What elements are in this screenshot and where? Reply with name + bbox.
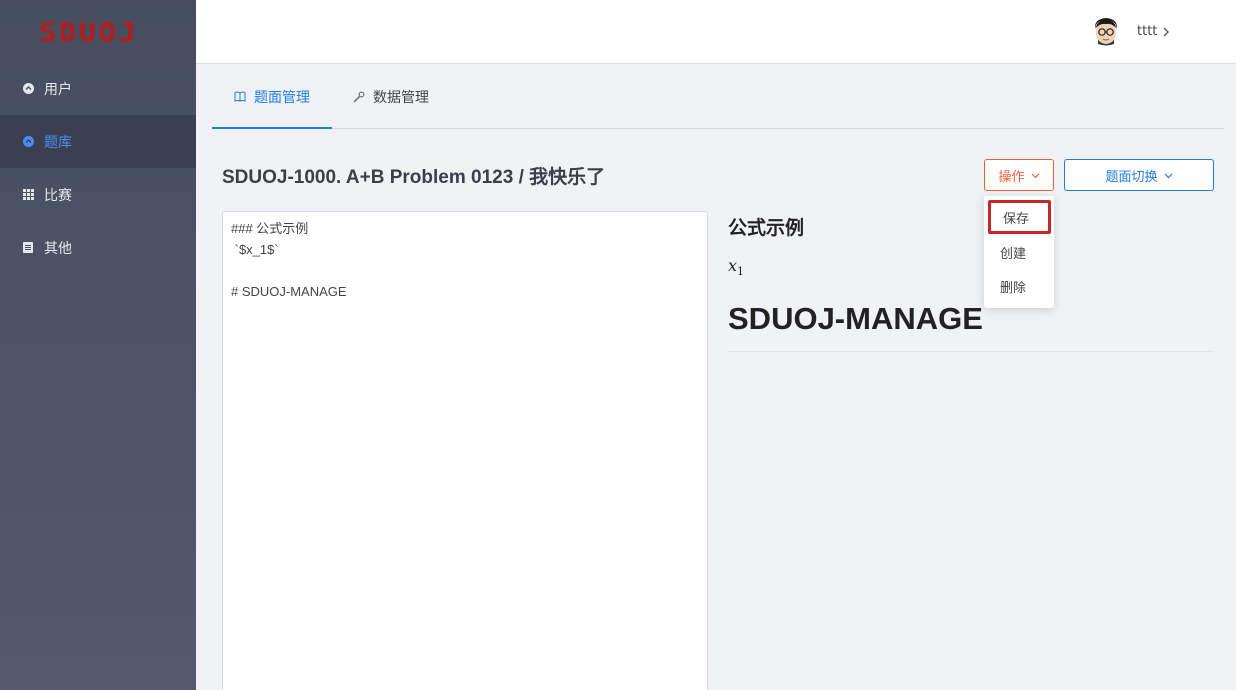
editor-line: # SDUOJ-MANAGE (231, 284, 347, 299)
top-header: tttt (196, 0, 1236, 64)
preview-heading-1: SDUOJ-MANAGE (728, 301, 983, 336)
preview-math-formula: x1 (728, 256, 744, 278)
active-tab-indicator (212, 127, 332, 129)
math-subscript: 1 (737, 265, 745, 279)
tab-data-management[interactable]: 数据管理 (353, 64, 429, 129)
user-circle-icon (22, 83, 34, 95)
switch-statement-label: 题面切换 (1105, 169, 1158, 185)
tab-bar: 题面管理 数据管理 (212, 64, 1224, 129)
book-circle-icon (22, 136, 34, 148)
math-base: x (728, 256, 738, 275)
switch-statement-button[interactable]: 题面切换 (1064, 159, 1214, 191)
sidebar-item-label: 用户 (44, 81, 72, 98)
operations-label: 操作 (998, 169, 1025, 185)
logo[interactable]: SDUOJ (0, 0, 196, 64)
book-open-icon (234, 91, 246, 102)
main-content: 题面管理 数据管理 SDUOJ-1000. A+B Problem 0123 /… (196, 64, 1236, 690)
preview-heading-rule (728, 351, 1214, 352)
menu-item-create[interactable]: 创建 (984, 237, 1054, 267)
sidebar-item-problems[interactable]: 题库 (0, 115, 196, 168)
username[interactable]: tttt (1137, 24, 1157, 39)
sidebar-item-users[interactable]: 用户 (0, 62, 196, 115)
menu-item-delete[interactable]: 删除 (984, 271, 1054, 301)
sidebar-item-label: 比赛 (44, 187, 72, 204)
logo-text: SDUOJ (39, 16, 139, 48)
document-icon (22, 242, 34, 254)
operations-dropdown-button[interactable]: 操作 (984, 159, 1054, 191)
sidebar-item-other[interactable]: 其他 (0, 221, 196, 274)
markdown-editor[interactable]: ### 公式示例 `$x_1$` # SDUOJ-MANAGE (222, 211, 708, 690)
wrench-icon (353, 90, 365, 103)
editor-line: `$x_1$` (231, 242, 279, 257)
sidebar-item-contests[interactable]: 比赛 (0, 168, 196, 221)
chevron-down-icon (1031, 168, 1040, 183)
tab-statement-management[interactable]: 题面管理 (234, 64, 310, 129)
avatar[interactable] (1092, 16, 1120, 48)
chevron-right-icon[interactable] (1162, 24, 1170, 42)
chevron-down-icon (1164, 168, 1173, 183)
operations-menu: 保存 创建 删除 (984, 196, 1054, 308)
menu-item-save[interactable]: 保存 (988, 200, 1051, 234)
preview-heading-3: 公式示例 (728, 217, 805, 239)
sidebar: SDUOJ 用户 题库 比赛 其他 (0, 0, 196, 690)
sidebar-item-label: 题库 (44, 134, 72, 151)
sidebar-item-label: 其他 (44, 240, 72, 257)
grid-icon (22, 189, 34, 201)
tab-label: 题面管理 (254, 89, 310, 106)
editor-line: ### 公式示例 (231, 221, 309, 236)
tab-label: 数据管理 (373, 89, 429, 106)
page-title: SDUOJ-1000. A+B Problem 0123 / 我快乐了 (222, 167, 606, 188)
